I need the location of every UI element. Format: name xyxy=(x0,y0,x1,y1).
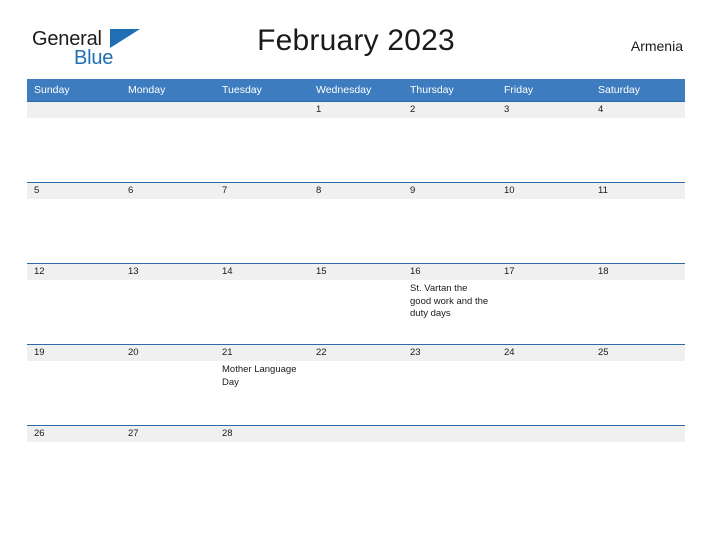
day-number: 18 xyxy=(591,264,685,280)
calendar-week-row: 19 20 21 Mother Language Day 22 23 24 25 xyxy=(27,344,685,426)
calendar-day-cell[interactable]: 11 xyxy=(591,182,685,264)
day-number: 17 xyxy=(497,264,591,280)
calendar-day-cell[interactable]: 9 xyxy=(403,182,497,264)
calendar-day-cell[interactable]: 25 xyxy=(591,344,685,426)
calendar-day-cell[interactable]: 8 xyxy=(309,182,403,264)
day-number: 24 xyxy=(497,345,591,361)
calendar-day-cell[interactable]: 18 xyxy=(591,263,685,345)
day-number: 28 xyxy=(215,426,309,442)
day-number xyxy=(27,102,121,118)
day-number: 7 xyxy=(215,183,309,199)
calendar-day-cell[interactable]: 2 xyxy=(403,101,497,183)
day-number: 27 xyxy=(121,426,215,442)
weekday-header-sunday: Sunday xyxy=(27,79,121,102)
day-number xyxy=(121,102,215,118)
calendar-empty-cell xyxy=(215,101,309,183)
calendar-empty-cell xyxy=(403,425,497,442)
calendar-week-row: 12 13 14 15 16 St. Vartan the good work and t… xyxy=(27,263,685,345)
page-title: February 2023 xyxy=(257,24,455,57)
calendar-day-cell[interactable]: 23 xyxy=(403,344,497,426)
country-label: Armenia xyxy=(630,38,683,54)
weekday-header-tuesday: Tuesday xyxy=(215,79,309,102)
day-number xyxy=(403,426,497,442)
weekday-header-saturday: Saturday xyxy=(591,79,685,102)
page-header: General Blue February 2023 Armenia xyxy=(27,24,685,70)
day-number xyxy=(309,426,403,442)
day-number: 19 xyxy=(27,345,121,361)
day-number: 26 xyxy=(27,426,121,442)
day-number: 15 xyxy=(309,264,403,280)
calendar-day-cell[interactable]: 14 xyxy=(215,263,309,345)
day-number: 21 xyxy=(215,345,309,361)
calendar-day-cell[interactable]: 20 xyxy=(121,344,215,426)
calendar-day-cell[interactable]: 22 xyxy=(309,344,403,426)
weekday-header-monday: Monday xyxy=(121,79,215,102)
day-number xyxy=(215,102,309,118)
calendar-page: General Blue February 2023 Armenia Sunda… xyxy=(0,0,712,550)
calendar-day-cell[interactable]: 15 xyxy=(309,263,403,345)
calendar-day-cell[interactable]: 17 xyxy=(497,263,591,345)
calendar-day-cell[interactable]: 10 xyxy=(497,182,591,264)
day-number xyxy=(497,426,591,442)
weekday-header-friday: Friday xyxy=(497,79,591,102)
calendar-day-cell[interactable]: 24 xyxy=(497,344,591,426)
day-number: 11 xyxy=(591,183,685,199)
day-event-area: Mother Language Day xyxy=(215,361,309,389)
calendar-week-row: 1234 xyxy=(27,101,685,183)
day-number: 10 xyxy=(497,183,591,199)
day-number: 1 xyxy=(309,102,403,118)
day-number: 22 xyxy=(309,345,403,361)
calendar-week-row: 26 27 28 xyxy=(27,425,685,442)
day-number: 9 xyxy=(403,183,497,199)
calendar-day-cell[interactable]: 3 xyxy=(497,101,591,183)
calendar-day-cell[interactable]: 21 Mother Language Day xyxy=(215,344,309,426)
weekday-header-row: Sunday Monday Tuesday Wednesday Thursday… xyxy=(27,79,685,102)
day-number: 20 xyxy=(121,345,215,361)
calendar-grid: Sunday Monday Tuesday Wednesday Thursday… xyxy=(27,79,685,442)
calendar-empty-cell xyxy=(121,101,215,183)
calendar-day-cell[interactable]: 6 xyxy=(121,182,215,264)
calendar-day-cell[interactable]: 26 xyxy=(27,425,121,442)
weekday-header-wednesday: Wednesday xyxy=(309,79,403,102)
day-number: 13 xyxy=(121,264,215,280)
day-number: 3 xyxy=(497,102,591,118)
calendar-day-cell[interactable]: 16 St. Vartan the good work and the duty … xyxy=(403,263,497,345)
calendar-empty-cell xyxy=(591,425,685,442)
calendar-body: 1 2 3 4 5 6 7 8 9 10 11 12 13 14 15 16 St. Vartan the go… xyxy=(27,101,685,442)
day-number: 23 xyxy=(403,345,497,361)
day-number: 8 xyxy=(309,183,403,199)
day-number: 4 xyxy=(591,102,685,118)
calendar-day-cell[interactable]: 13 xyxy=(121,263,215,345)
day-number: 6 xyxy=(121,183,215,199)
holiday-event-label[interactable]: St. Vartan the good work and the duty da… xyxy=(410,283,489,321)
day-number: 2 xyxy=(403,102,497,118)
calendar-day-cell[interactable]: 12 xyxy=(27,263,121,345)
day-number: 16 xyxy=(403,264,497,280)
calendar-day-cell[interactable]: 19 xyxy=(27,344,121,426)
day-number: 14 xyxy=(215,264,309,280)
calendar-day-cell[interactable]: 7 xyxy=(215,182,309,264)
calendar-week-row: 5 6 7 8 9 10 11 xyxy=(27,182,685,264)
holiday-event-label[interactable]: Mother Language Day xyxy=(222,364,301,389)
calendar-day-cell[interactable]: 28 xyxy=(215,425,309,442)
calendar-day-cell[interactable]: 1 xyxy=(309,101,403,183)
day-number xyxy=(591,426,685,442)
day-number: 12 xyxy=(27,264,121,280)
day-event-area: St. Vartan the good work and the duty da… xyxy=(403,280,497,321)
calendar-empty-cell xyxy=(497,425,591,442)
calendar-day-cell[interactable]: 27 xyxy=(121,425,215,442)
calendar-day-cell[interactable]: 4 xyxy=(591,101,685,183)
calendar-empty-cell xyxy=(27,101,121,183)
calendar-empty-cell xyxy=(309,425,403,442)
weekday-header-thursday: Thursday xyxy=(403,79,497,102)
day-number: 25 xyxy=(591,345,685,361)
calendar-day-cell[interactable]: 5 xyxy=(27,182,121,264)
day-number: 5 xyxy=(27,183,121,199)
